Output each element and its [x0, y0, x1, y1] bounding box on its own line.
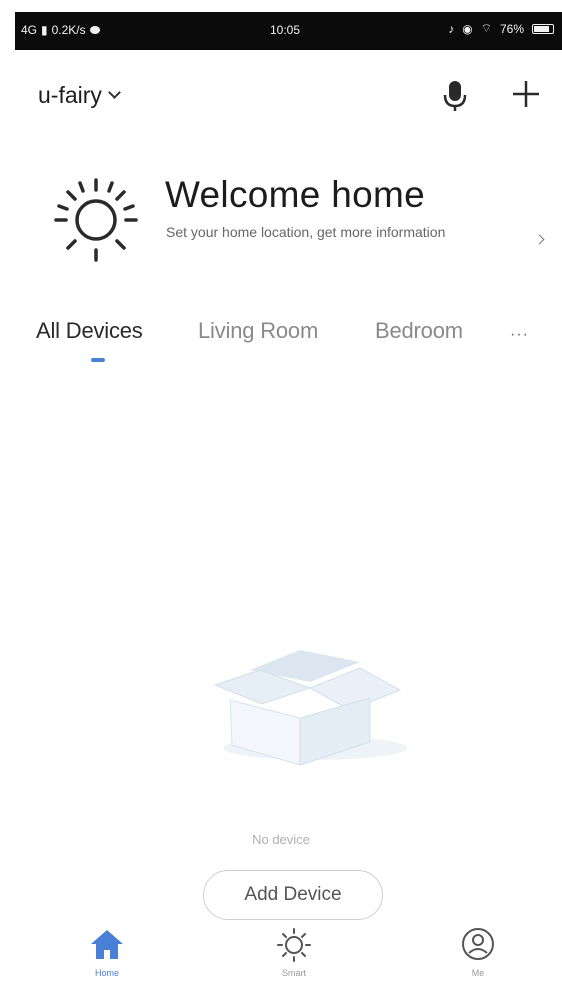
battery-icon: [532, 23, 554, 34]
add-device-button[interactable]: Add Device: [203, 870, 383, 920]
message-icon: [89, 26, 100, 34]
plus-icon: [513, 81, 539, 107]
status-left: 4G ▮ 0.2K/s: [21, 23, 100, 37]
sun-icon: [277, 928, 311, 962]
more-tabs-button[interactable]: ···: [510, 326, 529, 344]
nav-smart[interactable]: Smart: [249, 926, 339, 986]
nav-home-label: Home: [94, 968, 119, 978]
nav-me[interactable]: Me: [433, 926, 523, 986]
notification-icon: ♪: [448, 21, 455, 36]
welcome-title: Welcome home: [165, 174, 425, 215]
battery-percent: 76%: [499, 21, 524, 36]
alarm-icon: ◉: [462, 21, 473, 36]
active-tab-indicator: [91, 358, 105, 362]
status-bar: 4G ▮ 0.2K/s 10:05 ♪ ◉ ⌔ 76%: [15, 12, 562, 50]
tab-all-devices[interactable]: All Devices: [36, 318, 143, 344]
bottom-nav: Home Smart Me: [0, 920, 562, 987]
welcome-subtitle: Set your home location, get more informa…: [166, 224, 446, 240]
empty-message: No device: [252, 832, 310, 847]
empty-box-icon: [213, 650, 407, 766]
nav-home[interactable]: Home: [62, 926, 152, 986]
header: u-fairy: [0, 66, 562, 126]
chevron-right-icon: [534, 234, 545, 245]
status-time: 10:05: [270, 23, 301, 37]
signal-icon: ▮: [41, 23, 48, 37]
tab-bedroom[interactable]: Bedroom: [375, 318, 463, 344]
nav-smart-label: Smart: [281, 968, 306, 978]
microphone-button[interactable]: [440, 78, 470, 112]
wifi-icon: ⌔: [480, 21, 492, 35]
user-icon: [462, 928, 494, 960]
status-right: ♪ ◉ ⌔ 76%: [448, 21, 554, 36]
microphone-icon: [443, 81, 467, 111]
network-speed: 0.2K/s: [51, 23, 86, 37]
chevron-down-icon: [108, 86, 121, 99]
add-button[interactable]: [508, 76, 544, 112]
room-tabs: All Devices Living Room Bedroom ···: [0, 318, 562, 378]
sun-icon: [54, 178, 138, 262]
home-selector[interactable]: u-fairy: [38, 82, 121, 109]
welcome-card[interactable]: Welcome home Set your home location, get…: [0, 160, 562, 270]
tab-living-room[interactable]: Living Room: [198, 318, 318, 344]
home-icon: [91, 930, 123, 959]
home-name: u-fairy: [38, 82, 102, 108]
network-indicator: 4G: [21, 23, 38, 37]
nav-me-label: Me: [471, 968, 485, 978]
